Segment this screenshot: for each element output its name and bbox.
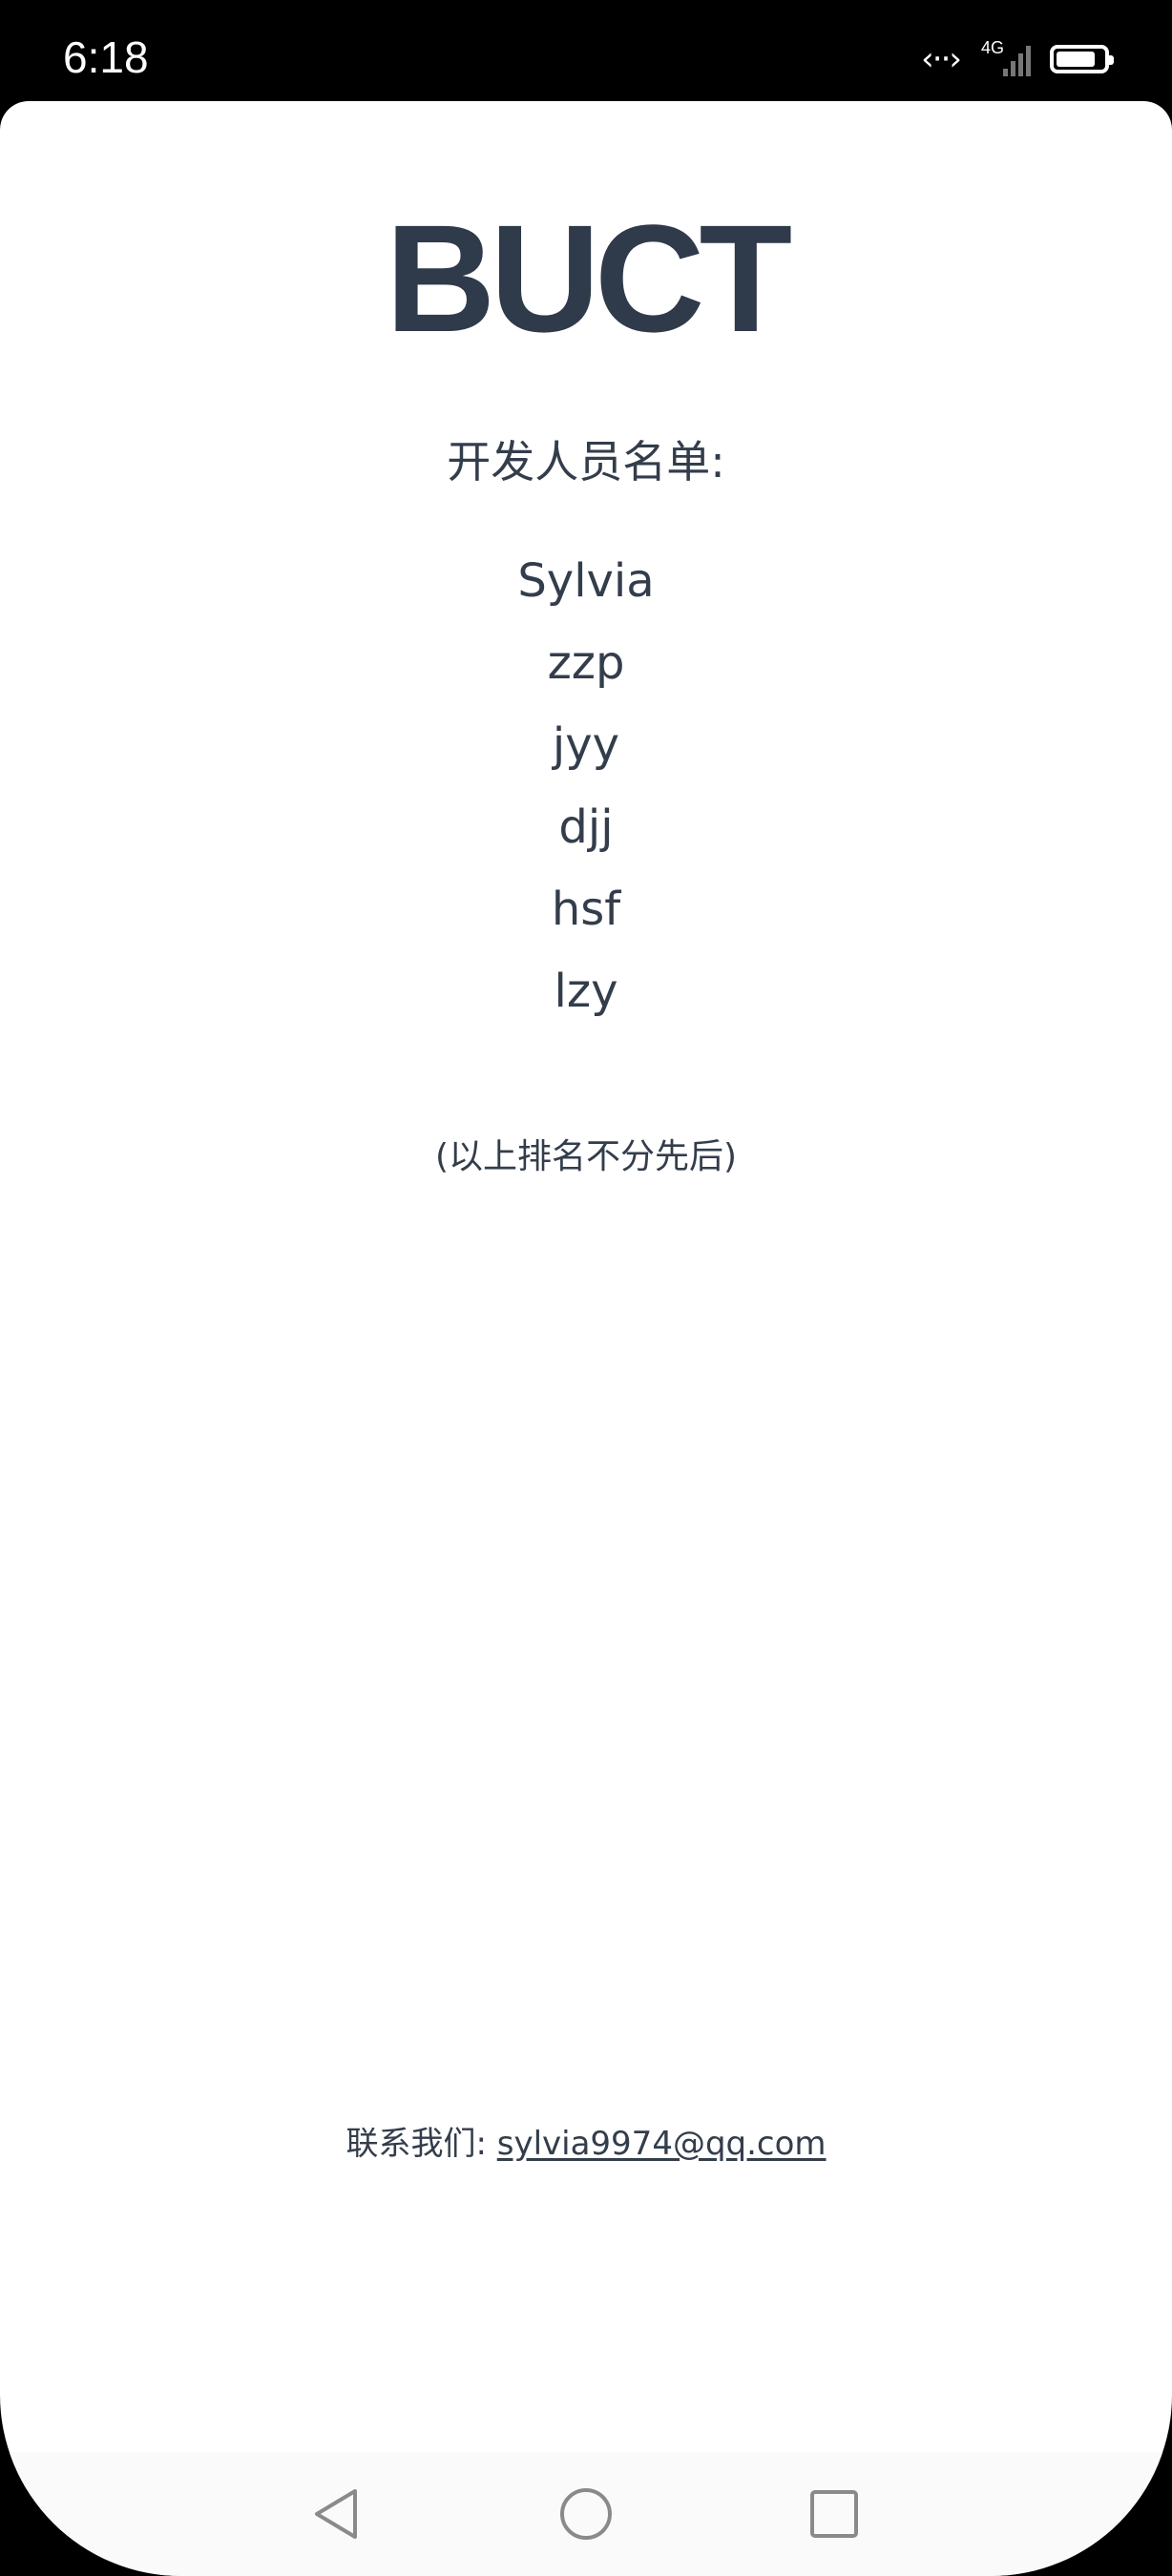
order-note: (以上排名不分先后) — [434, 1137, 738, 1176]
status-bar: 6:18 ‹··› 4G — [0, 0, 1172, 103]
home-icon — [560, 2488, 612, 2540]
back-icon — [315, 2489, 357, 2539]
battery-level-fill — [1057, 52, 1095, 67]
app-title: BUCT — [385, 193, 792, 364]
battery-icon — [1050, 45, 1114, 73]
back-button[interactable] — [298, 2476, 374, 2552]
recent-apps-icon — [810, 2490, 858, 2538]
status-icons: ‹··› 4G — [921, 34, 1114, 84]
developer-list: Sylvia zzp jyy djj hsf lzy — [0, 540, 1172, 1032]
home-button[interactable] — [548, 2476, 624, 2552]
status-time: 6:18 — [63, 32, 149, 82]
developer-name: lzy — [554, 965, 618, 1018]
signal-icon — [1000, 42, 1031, 76]
battery-cap — [1109, 55, 1114, 65]
contact-label: 联系我们: — [345, 2125, 487, 2163]
developer-name: jyy — [552, 718, 620, 772]
app-content: BUCT 开发人员名单: Sylvia zzp jyy djj hsf lzy … — [0, 101, 1172, 2576]
developer-name: zzp — [547, 636, 625, 690]
developer-name: hsf — [551, 883, 621, 936]
contact-email-link[interactable]: sylvia9974@qq.com — [497, 2125, 827, 2163]
phone-screen: 6:18 ‹··› 4G BUCT 开发人员名单: Sylvia zzp jyy… — [0, 0, 1172, 2576]
contact-line: 联系我们: sylvia9974@qq.com — [0, 2120, 1172, 2168]
data-transfer-icon: ‹··› — [921, 40, 962, 78]
developer-list-heading: 开发人员名单: — [447, 436, 725, 488]
recent-apps-button[interactable] — [796, 2476, 872, 2552]
developer-name: Sylvia — [517, 554, 655, 608]
network-type-label: 4G — [980, 37, 1004, 57]
navigation-bar — [0, 2452, 1172, 2576]
developer-name: djj — [558, 800, 614, 854]
